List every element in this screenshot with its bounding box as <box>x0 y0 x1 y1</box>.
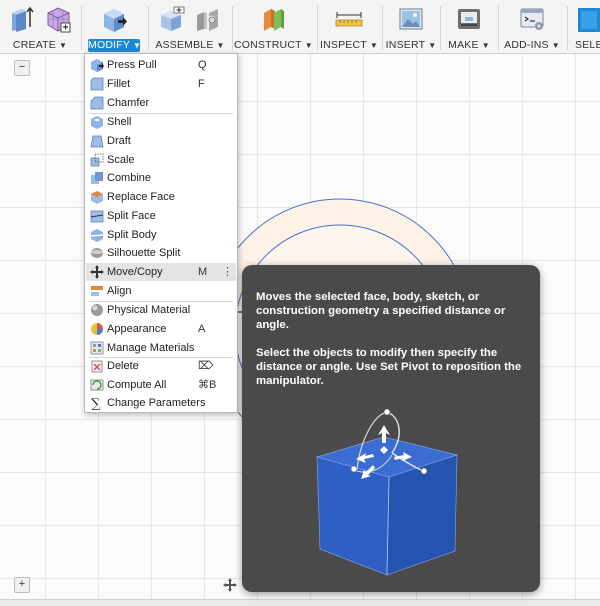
create-extrude-icon[interactable] <box>7 4 37 34</box>
chevron-down-icon: ▼ <box>216 41 225 50</box>
toolbar-divider <box>382 6 383 50</box>
create-menu-label[interactable]: CREATE ▼ <box>0 39 80 52</box>
menu-item-split-face[interactable]: Split Face <box>86 207 236 225</box>
appearance-icon <box>90 322 104 336</box>
chevron-down-icon: ▼ <box>551 41 560 50</box>
toolbar-group-assemble[interactable]: ASSEMBLE ▼ <box>150 0 230 53</box>
menu-item-appearance[interactable]: Appearance A <box>86 320 236 338</box>
menu-item-combine[interactable]: Combine <box>86 169 236 187</box>
toolbar-group-make[interactable]: MAKE ▼ <box>442 0 496 53</box>
chamfer-icon <box>90 96 104 110</box>
menu-item-scale[interactable]: Scale <box>86 151 236 169</box>
menu-item-compute-all[interactable]: Compute All ⌘B <box>86 376 236 394</box>
panel-expand-button[interactable]: + <box>14 577 30 593</box>
menu-item-draft[interactable]: Draft <box>86 132 236 150</box>
add-ins-menu-label[interactable]: ADD-INS ▼ <box>500 39 564 52</box>
chevron-down-icon: ▼ <box>58 41 68 50</box>
modify-dropdown-menu: Press Pull Q Fillet F Chamfer Shell Draf… <box>84 53 238 413</box>
select-menu-label[interactable]: SELEC <box>575 39 600 52</box>
toolbar-group-add-ins[interactable]: ADD-INS ▼ <box>500 0 564 53</box>
split-body-icon <box>90 228 104 242</box>
menu-item-replace-face[interactable]: Replace Face <box>86 188 236 206</box>
compute-all-icon <box>90 378 104 392</box>
scale-icon <box>90 153 104 167</box>
more-options-icon[interactable]: ⋮ <box>222 263 233 281</box>
toolbar-group-select[interactable]: SELEC <box>571 0 600 53</box>
manage-materials-icon <box>90 341 104 355</box>
svg-text:∑: ∑ <box>91 397 101 410</box>
select-icon[interactable] <box>571 4 600 34</box>
construct-menu-label[interactable]: CONSTRUCT ▼ <box>234 39 313 52</box>
offset-plane-icon[interactable] <box>258 4 288 34</box>
assemble-menu-label[interactable]: ASSEMBLE ▼ <box>150 39 230 52</box>
toolbar-divider <box>440 6 441 50</box>
chevron-down-icon: ▼ <box>304 41 313 50</box>
menu-item-change-parameters[interactable]: ∑ Change Parameters <box>86 394 236 412</box>
create-box-icon[interactable] <box>43 4 73 34</box>
make-menu-label[interactable]: MAKE ▼ <box>442 39 496 52</box>
joint-icon[interactable] <box>193 4 223 34</box>
menu-item-silhouette-split[interactable]: Silhouette Split <box>86 244 236 262</box>
chevron-down-icon: ▼ <box>133 41 142 50</box>
align-icon <box>90 284 104 298</box>
press-pull-icon[interactable] <box>99 4 129 34</box>
insert-image-icon[interactable] <box>396 4 426 34</box>
menu-item-fillet[interactable]: Fillet F <box>86 75 236 93</box>
move-copy-tooltip: Moves the selected face, body, sketch, o… <box>242 265 540 592</box>
change-parameters-icon: ∑ <box>90 396 104 412</box>
silhouette-split-icon <box>90 246 104 260</box>
draft-icon <box>90 134 104 148</box>
insert-menu-label[interactable]: INSERT ▼ <box>384 39 438 52</box>
inspect-menu-label[interactable]: INSPECT ▼ <box>319 39 379 52</box>
chevron-down-icon: ▼ <box>481 41 490 50</box>
new-component-icon[interactable] <box>157 4 187 34</box>
menu-item-physical-material[interactable]: Physical Material <box>86 301 236 319</box>
3d-print-icon[interactable] <box>454 4 484 34</box>
toolbar-divider <box>498 6 499 50</box>
menu-item-align[interactable]: Align <box>86 282 236 300</box>
menu-item-chamfer[interactable]: Chamfer <box>86 94 236 112</box>
measure-icon[interactable] <box>334 4 364 34</box>
toolbar-group-insert[interactable]: INSERT ▼ <box>384 0 438 53</box>
move-manipulator-cube-icon <box>315 408 459 576</box>
menu-item-press-pull[interactable]: Press Pull Q <box>86 56 236 74</box>
toolbar-group-construct[interactable]: CONSTRUCT ▼ <box>234 0 313 53</box>
toolbar-group-modify[interactable]: MODIFY ▼ <box>82 0 146 53</box>
chevron-down-icon: ▼ <box>369 41 379 50</box>
toolbar-group-inspect[interactable]: INSPECT ▼ <box>319 0 379 53</box>
toolbar-divider <box>317 6 318 50</box>
modify-menu-label[interactable]: MODIFY ▼ <box>88 39 142 52</box>
combine-icon <box>90 171 104 185</box>
chevron-down-icon: ▼ <box>428 41 437 50</box>
scripts-icon[interactable] <box>517 4 547 34</box>
split-face-icon <box>90 209 104 223</box>
menu-item-shell[interactable]: Shell <box>86 113 236 131</box>
fillet-icon <box>90 77 104 91</box>
menu-item-delete[interactable]: Delete ⌦ <box>86 357 236 375</box>
menu-item-split-body[interactable]: Split Body <box>86 226 236 244</box>
toolbar: CREATE ▼ MODIFY ▼ ASSEMBLE ▼ CONSTRUCT ▼… <box>0 0 600 54</box>
menu-item-manage-materials[interactable]: Manage Materials <box>86 339 236 357</box>
toolbar-divider <box>148 6 149 50</box>
menu-item-move-copy[interactable]: Move/Copy M ⋮ <box>86 263 236 281</box>
panel-collapse-button[interactable]: − <box>14 60 30 76</box>
shell-icon <box>90 115 104 129</box>
pan-icon[interactable] <box>222 577 238 593</box>
press-pull-icon <box>90 58 104 72</box>
toolbar-divider <box>232 6 233 50</box>
move-copy-icon <box>90 265 104 279</box>
toolbar-divider <box>567 6 568 50</box>
toolbar-group-create[interactable]: CREATE ▼ <box>0 0 80 53</box>
delete-icon <box>90 359 104 373</box>
physical-material-icon <box>90 303 104 317</box>
replace-face-icon <box>90 190 104 204</box>
